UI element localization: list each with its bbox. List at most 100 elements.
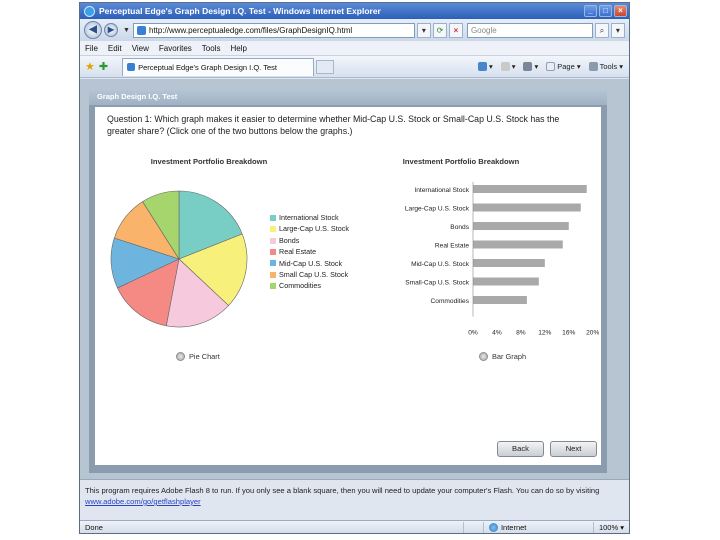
minimize-icon[interactable]: _ [584, 5, 597, 17]
legend-swatch [270, 271, 276, 278]
bar-5 [473, 277, 539, 286]
bar-6 [473, 296, 527, 304]
radio-icon [479, 352, 488, 361]
legend-label: International Stock [279, 213, 339, 222]
bar-category-label: International Stock [414, 187, 469, 194]
title-bar: Perceptual Edge's Graph Design I.Q. Test… [80, 3, 629, 19]
bar-1 [473, 203, 581, 212]
legend-swatch [270, 283, 276, 290]
print-button[interactable]: ▾ [523, 62, 538, 71]
back-button[interactable]: Back [497, 441, 544, 457]
tools-menu-button[interactable]: Tools ▾ [588, 62, 623, 71]
back-arrow-icon[interactable]: ◀ [84, 21, 102, 39]
zoom-label: 100% [598, 523, 619, 532]
flash-download-link[interactable]: www.adobe.com/go/getflashplayer [85, 497, 201, 506]
home-icon [477, 62, 487, 71]
feeds-button[interactable]: ▾ [500, 62, 515, 71]
bar-3 [473, 240, 563, 249]
bar-graph-radio[interactable]: Bar Graph [479, 352, 526, 361]
legend-item: Large-Cap U.S. Stock [270, 223, 349, 234]
print-icon [523, 62, 533, 71]
tools-menu-label: Tools [599, 62, 618, 71]
menu-favorites[interactable]: Favorites [159, 44, 192, 53]
menu-help[interactable]: Help [230, 44, 246, 53]
pie-chart [110, 190, 248, 328]
search-icon[interactable]: ⌕ [594, 22, 609, 38]
address-bar: ◀ ▶ ▼ http://www.perceptualedge.com/file… [80, 19, 629, 41]
bar-4 [473, 259, 545, 267]
zone-indicator: Internet [482, 521, 593, 533]
history-dropdown-icon[interactable]: ▼ [123, 27, 130, 34]
flash-notice: This program requires Adobe Flash 8 to r… [85, 485, 625, 507]
tab-bar: ★ ✚ Perceptual Edge's Graph Design I.Q. … [80, 56, 629, 78]
url-field[interactable]: http://www.perceptualedge.com/files/Grap… [132, 22, 415, 38]
bar-tick-label: 0% [468, 330, 478, 337]
menu-file[interactable]: File [85, 44, 98, 53]
legend-swatch [270, 248, 276, 255]
browser-window: Perceptual Edge's Graph Design I.Q. Test… [79, 2, 630, 534]
home-button[interactable]: ▾ [477, 62, 493, 71]
bar-tick-label: 12% [538, 330, 551, 337]
legend-swatch [270, 237, 276, 244]
legend-label: Real Estate [279, 247, 317, 257]
question-text: Question 1: Which graph makes it easier … [107, 114, 560, 136]
legend-label: Small Cap U.S. Stock [279, 270, 349, 280]
legend-item: Small Cap U.S. Stock [270, 269, 349, 280]
legend-item: Commodities [270, 280, 349, 291]
page-icon [136, 25, 146, 35]
new-tab-button[interactable] [316, 59, 335, 74]
page-menu-button[interactable]: Page ▾ [546, 62, 581, 71]
stop-icon[interactable]: × [448, 22, 463, 38]
bar-chart-title: Investment Portfolio Breakdown [402, 157, 520, 166]
legend-label: Mid-Cap U.S. Stock [279, 258, 343, 268]
tab-active[interactable]: Perceptual Edge's Graph Design I.Q. Test [122, 57, 315, 76]
page-menu-icon [546, 62, 556, 71]
maximize-icon[interactable]: □ [599, 5, 612, 17]
globe-icon [488, 523, 498, 532]
window-title: Perceptual Edge's Graph Design I.Q. Test… [99, 6, 381, 16]
menu-edit[interactable]: Edit [108, 44, 122, 53]
pie-chart-radio[interactable]: Pie Chart [176, 352, 220, 361]
legend-item: Bonds [270, 235, 349, 246]
bar-category-label: Mid-Cap U.S. Stock [411, 261, 470, 268]
legend-item: International Stock [270, 212, 349, 223]
bar-tick-label: 4% [492, 330, 502, 337]
favorites-star-icon[interactable]: ★ [85, 60, 95, 73]
forward-arrow-icon[interactable]: ▶ [104, 23, 118, 37]
url-text: http://www.perceptualedge.com/files/Grap… [148, 25, 353, 35]
next-button[interactable]: Next [550, 441, 597, 457]
flash-notice-text: This program requires Adobe Flash 8 to r… [85, 486, 600, 495]
pie-chart-radio-label: Pie Chart [189, 352, 220, 361]
refresh-icon[interactable]: ⟳ [432, 22, 447, 38]
bar-category-label: Commodities [431, 298, 470, 305]
search-options-icon[interactable]: ▾ [610, 22, 625, 38]
flash-app-frame: Graph Design I.Q. Test Question 1: Which… [89, 89, 607, 473]
bar-category-label: Real Estate [435, 243, 469, 250]
status-text: Done [85, 523, 103, 532]
menu-view[interactable]: View [132, 44, 149, 53]
add-favorite-icon[interactable]: ✚ [99, 60, 108, 73]
legend-swatch [270, 214, 276, 221]
legend-swatch [270, 260, 276, 267]
url-dropdown-icon[interactable]: ▾ [416, 22, 431, 38]
bar-category-label: Large-Cap U.S. Stock [405, 206, 470, 213]
bar-chart: International Stock Large-Cap U.S. Stock B… [405, 182, 599, 337]
close-icon[interactable]: × [614, 5, 627, 17]
legend-item: Mid-Cap U.S. Stock [270, 258, 349, 269]
zoom-control[interactable]: 100% ▾ [592, 521, 629, 533]
bar-tick-label: 16% [562, 330, 575, 337]
pie-chart-title: Investment Portfolio Breakdown [150, 157, 268, 166]
status-bar: Done Internet 100% ▾ [80, 520, 629, 533]
feeds-icon [500, 62, 510, 71]
legend-label: Commodities [279, 281, 321, 291]
tab-label: Perceptual Edge's Graph Design I.Q. Test [138, 62, 277, 72]
page-content: Graph Design I.Q. Test Question 1: Which… [80, 79, 629, 480]
app-header: Graph Design I.Q. Test [89, 89, 607, 105]
pie-legend: International Stock Large-Cap U.S. Stock B… [270, 212, 349, 292]
legend-label: Bonds [279, 235, 300, 245]
menu-tools[interactable]: Tools [202, 44, 221, 53]
ie-logo-icon [84, 5, 95, 17]
tab-page-icon [127, 63, 136, 71]
search-input[interactable]: Google [466, 22, 593, 38]
app-body: Question 1: Which graph makes it easier … [95, 107, 601, 465]
